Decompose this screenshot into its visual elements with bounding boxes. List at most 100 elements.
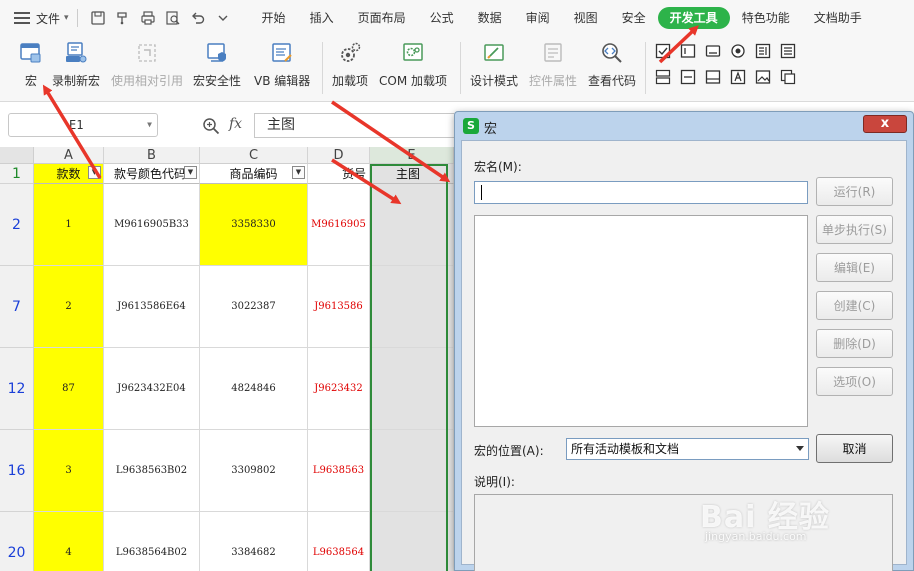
relative-reference-button[interactable]: 使用相对引用 xyxy=(111,40,183,89)
dialog-titlebar[interactable]: S 宏 x xyxy=(455,112,913,140)
cell-d[interactable]: J9623432 xyxy=(308,348,370,430)
view-code-button[interactable]: 查看代码 xyxy=(588,40,636,89)
cell-c[interactable]: 3022387 xyxy=(200,266,308,348)
macro-location-select[interactable]: 所有活动模板和文档 xyxy=(566,438,809,460)
cell-e[interactable] xyxy=(370,430,454,512)
fx-icon[interactable]: fx xyxy=(229,116,242,132)
tab-data[interactable]: 数据 xyxy=(466,7,514,29)
edit-button[interactable]: 编辑(E) xyxy=(816,253,893,282)
column-header-e[interactable]: E xyxy=(370,147,454,164)
tab-developer[interactable]: 开发工具 xyxy=(657,7,730,29)
cell-d[interactable]: L9638564 xyxy=(308,512,370,571)
zoom-icon[interactable] xyxy=(202,117,220,135)
print-icon[interactable] xyxy=(140,10,157,27)
filter-dropdown-icon[interactable]: ▼ xyxy=(184,166,197,179)
formula-input[interactable]: 主图 xyxy=(254,113,454,138)
macro-name-input[interactable] xyxy=(474,181,808,204)
delete-button[interactable]: 删除(D) xyxy=(816,329,893,358)
com-addins-button[interactable]: COM 加载项 xyxy=(379,40,447,89)
header-cell-e[interactable]: 主图 xyxy=(370,164,454,184)
cell-e[interactable] xyxy=(370,348,454,430)
column-header-a[interactable]: A xyxy=(34,147,104,164)
cell-b[interactable]: L9638563B02 xyxy=(104,430,200,512)
addins-button[interactable]: 加载项 xyxy=(332,40,368,89)
close-button[interactable]: x xyxy=(863,115,907,133)
cell-c[interactable]: 3309802 xyxy=(200,430,308,512)
save-icon[interactable] xyxy=(90,10,107,27)
create-button[interactable]: 创建(C) xyxy=(816,291,893,320)
filter-dropdown-icon[interactable]: ▼ xyxy=(88,166,101,179)
macro-security-button[interactable]: 宏安全性 xyxy=(193,40,241,89)
select-all-corner[interactable] xyxy=(0,147,34,164)
options-button[interactable]: 选项(O) xyxy=(816,367,893,396)
macro-button[interactable]: 宏 xyxy=(18,40,44,89)
run-button[interactable]: 运行(R) xyxy=(816,177,893,206)
cell-c[interactable]: 3384682 xyxy=(200,512,308,571)
hamburger-icon[interactable] xyxy=(14,12,30,24)
cell-a[interactable]: 4 xyxy=(34,512,104,571)
more-controls-icon[interactable] xyxy=(779,68,797,86)
record-macro-button[interactable]: 录制新宏 xyxy=(52,40,100,89)
radio-control-icon[interactable] xyxy=(729,42,747,60)
row-header-1[interactable]: 1 xyxy=(0,164,34,184)
header-cell-a[interactable]: 款数 ▼ xyxy=(34,164,104,184)
tab-view[interactable]: 视图 xyxy=(562,7,610,29)
chevron-down-icon[interactable]: ▼ xyxy=(147,114,152,136)
scrollbar-control-icon[interactable] xyxy=(679,68,697,86)
tab-review[interactable]: 审阅 xyxy=(514,7,562,29)
tab-home[interactable]: 开始 xyxy=(250,7,298,29)
header-cell-b[interactable]: 款号颜色代码 ▼ xyxy=(104,164,200,184)
cell-d[interactable]: J9613586 xyxy=(308,266,370,348)
cell-a[interactable]: 2 xyxy=(34,266,104,348)
listbox-control-icon[interactable] xyxy=(754,42,772,60)
design-mode-button[interactable]: 设计模式 xyxy=(470,40,518,89)
textbox-control-icon[interactable] xyxy=(679,42,697,60)
cell-e[interactable] xyxy=(370,266,454,348)
row-header[interactable]: 16 xyxy=(0,430,34,512)
spinner-control-icon[interactable] xyxy=(654,68,672,86)
cell-c[interactable]: 3358330 xyxy=(200,184,308,266)
cell-b[interactable]: J9613586E64 xyxy=(104,266,200,348)
cell-e[interactable] xyxy=(370,512,454,571)
cell-e[interactable] xyxy=(370,184,454,266)
header-cell-c[interactable]: 商品编码 ▼ xyxy=(200,164,308,184)
quick-access-chevron-icon[interactable] xyxy=(215,10,232,27)
frame-control-icon[interactable] xyxy=(704,68,722,86)
row-header[interactable]: 2 xyxy=(0,184,34,266)
print-preview-icon[interactable] xyxy=(165,10,182,27)
row-header[interactable]: 7 xyxy=(0,266,34,348)
cancel-button[interactable]: 取消 xyxy=(816,434,893,463)
cell-b[interactable]: M9616905B33 xyxy=(104,184,200,266)
checkbox-control-icon[interactable] xyxy=(654,42,672,60)
row-header[interactable]: 12 xyxy=(0,348,34,430)
name-box[interactable]: E1 ▼ xyxy=(8,113,158,137)
combobox-control-icon[interactable] xyxy=(779,42,797,60)
macro-list[interactable] xyxy=(474,215,808,427)
cell-a[interactable]: 1 xyxy=(34,184,104,266)
cell-d[interactable]: L9638563 xyxy=(308,430,370,512)
cell-a[interactable]: 87 xyxy=(34,348,104,430)
tab-special-features[interactable]: 特色功能 xyxy=(730,7,802,29)
column-header-b[interactable]: B xyxy=(104,147,200,164)
format-painter-icon[interactable] xyxy=(115,10,132,27)
tab-page-layout[interactable]: 页面布局 xyxy=(346,7,418,29)
tab-security[interactable]: 安全 xyxy=(610,7,658,29)
tab-document-assistant[interactable]: 文档助手 xyxy=(802,7,874,29)
tab-formulas[interactable]: 公式 xyxy=(418,7,466,29)
image-control-icon[interactable] xyxy=(754,68,772,86)
header-cell-d[interactable]: 货号 xyxy=(308,164,370,184)
label-control-icon[interactable] xyxy=(729,68,747,86)
column-header-c[interactable]: C xyxy=(200,147,308,164)
file-menu[interactable]: 文件 ▾ xyxy=(36,10,69,27)
cell-a[interactable]: 3 xyxy=(34,430,104,512)
column-header-d[interactable]: D xyxy=(308,147,370,164)
control-properties-button[interactable]: 控件属性 xyxy=(529,40,577,89)
tab-insert[interactable]: 插入 xyxy=(298,7,346,29)
cell-b[interactable]: L9638564B02 xyxy=(104,512,200,571)
button-control-icon[interactable] xyxy=(704,42,722,60)
cell-c[interactable]: 4824846 xyxy=(200,348,308,430)
undo-icon[interactable] xyxy=(190,10,207,27)
vb-editor-button[interactable]: VB 编辑器 xyxy=(254,40,310,89)
cell-b[interactable]: J9623432E04 xyxy=(104,348,200,430)
filter-dropdown-icon[interactable]: ▼ xyxy=(292,166,305,179)
